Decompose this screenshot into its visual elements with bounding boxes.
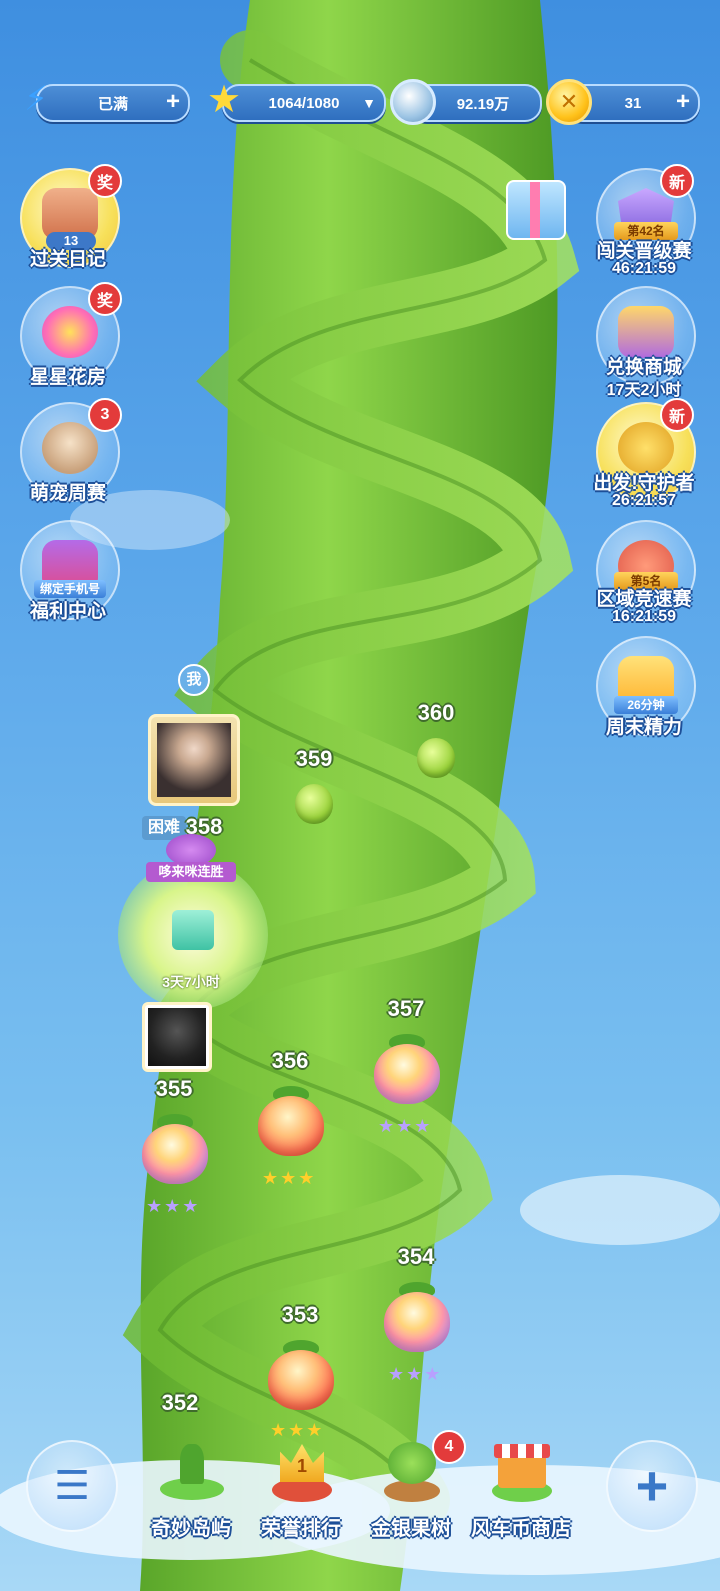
region-race-timer: 16:21:59 <box>611 608 677 625</box>
level-number: 359 <box>295 746 333 771</box>
new-badge: 新 <box>660 164 694 198</box>
plus-icon: + <box>635 1454 669 1517</box>
nav-windmill-shop[interactable]: 风车币商店 <box>466 1430 576 1550</box>
chevron-down-icon[interactable]: ▼ <box>362 89 376 117</box>
welfare-center-label: 福利中心 <box>29 601 106 622</box>
star-greenhouse-label: 星星花房 <box>29 367 106 388</box>
menu-button[interactable]: ☰ <box>26 1440 118 1532</box>
rainbow-stars: ★★★ <box>146 1196 201 1216</box>
count-badge: 4 <box>432 1430 466 1464</box>
lightning-icon: ⚡ <box>24 80 48 118</box>
streak-gift-icon <box>172 910 214 950</box>
rainbow-fruit-icon <box>374 1044 440 1104</box>
add-gold-icon[interactable]: + <box>676 88 690 116</box>
streak-label: 哆来咪连胜 <box>146 862 236 882</box>
ticket-icon <box>618 306 674 358</box>
nav-label: 风车币商店 <box>471 1518 571 1540</box>
level-number: 353 <box>281 1302 319 1327</box>
gift-icon[interactable] <box>506 180 566 240</box>
level-number: 357 <box>387 996 425 1021</box>
streak-timer: 3天7小时 <box>162 974 220 990</box>
rainbow-stars: ★★★ <box>388 1364 443 1384</box>
nav-wonder-island[interactable]: 奇妙岛屿 <box>136 1430 246 1550</box>
new-badge: 新 <box>660 398 694 432</box>
stars-value: 1064/1080 <box>268 94 340 112</box>
region-race-label: 区域竞速赛 <box>596 589 692 610</box>
nav-label: 奇妙岛屿 <box>151 1518 231 1540</box>
level-number: 354 <box>397 1244 435 1269</box>
gift-ribbon <box>530 182 540 238</box>
rainbow-fruit-icon <box>384 1292 450 1352</box>
star-icon: ★ <box>206 78 242 121</box>
cat-icon <box>42 422 98 474</box>
level-number: 356 <box>271 1048 309 1073</box>
shop-icon <box>486 1438 558 1506</box>
energy-pill[interactable]: 已满 + <box>36 84 190 122</box>
flower-icon <box>42 306 98 358</box>
stars-pill[interactable]: 1064/1080 ▼ <box>222 84 386 122</box>
list-icon: ☰ <box>54 1464 90 1508</box>
level-number: 355 <box>155 1076 193 1101</box>
level-promotion-timer: 46:21:59 <box>611 260 677 277</box>
nav-label: 金银果树 <box>371 1518 451 1540</box>
silver-value: 92.19万 <box>456 95 510 113</box>
crown-icon: 1 <box>266 1438 338 1506</box>
nav-gold-silver-tree[interactable]: 4 金银果树 <box>356 1430 466 1550</box>
avatar-photo <box>157 723 231 797</box>
locked-level-bud-icon <box>295 784 333 824</box>
gold-value: 31 <box>624 94 642 112</box>
reward-badge: 奖 <box>88 282 122 316</box>
nav-honor-rank[interactable]: 1 荣誉排行 <box>246 1430 356 1550</box>
add-energy-icon[interactable]: + <box>166 88 180 116</box>
energy-value: 已满 <box>97 95 128 113</box>
pet-weekly-label: 萌宠周赛 <box>29 483 106 504</box>
exchange-shop-timer: 17天2小时 <box>606 382 682 399</box>
guardian-timer: 26:21:57 <box>611 492 677 509</box>
friend-avatar-photo <box>148 1008 206 1066</box>
level-number: 360 <box>417 700 455 725</box>
orange-fruit-icon <box>268 1350 334 1410</box>
rank-number: 1 <box>296 1456 307 1476</box>
silver-coin-icon <box>390 79 436 125</box>
friend-avatar[interactable] <box>142 1002 212 1072</box>
duck-icon <box>618 422 674 474</box>
weekend-energy-label: 周末精力 <box>605 717 682 738</box>
player-avatar[interactable] <box>148 714 240 806</box>
level-diary-label: 过关日记 <box>29 249 106 270</box>
island-icon <box>156 1438 228 1506</box>
me-marker: 我 <box>178 664 210 696</box>
add-button[interactable]: + <box>606 1440 698 1532</box>
nav-label: 荣誉排行 <box>261 1518 341 1540</box>
orange-fruit-icon <box>258 1096 324 1156</box>
exchange-shop-label: 兑换商城 <box>605 357 682 378</box>
rainbow-fruit-icon <box>142 1124 208 1184</box>
rainbow-stars: ★★★ <box>378 1116 433 1136</box>
reward-badge: 奖 <box>88 164 122 198</box>
locked-level-bud-icon <box>417 738 455 778</box>
gold-coin-icon: ✕ <box>546 79 592 125</box>
gold-stars: ★★★ <box>262 1168 317 1188</box>
guardian-label: 出发!守护者 <box>593 473 695 494</box>
count-badge: 3 <box>88 398 122 432</box>
level-number: 352 <box>161 1390 199 1415</box>
level-promotion-label: 闯关晋级赛 <box>596 241 692 262</box>
